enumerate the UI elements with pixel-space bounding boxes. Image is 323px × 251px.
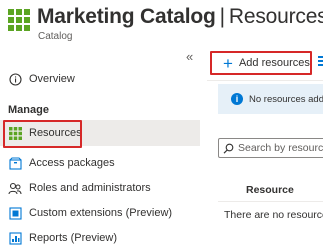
add-resources-highlight — [210, 51, 312, 75]
package-icon — [8, 156, 22, 170]
sidebar-item-reports[interactable]: Reports (Preview) — [0, 225, 200, 251]
info-icon — [8, 72, 22, 86]
collapse-sidebar-button[interactable]: « — [186, 50, 193, 64]
sidebar-item-label: Custom extensions (Preview) — [29, 207, 173, 219]
catalog-name: Marketing Catalog — [37, 5, 216, 28]
sidebar-item-access-packages[interactable]: Access packages — [0, 150, 200, 176]
extension-icon — [8, 206, 22, 220]
title-separator: | — [219, 5, 225, 28]
page-subtitle: Catalog — [38, 31, 73, 42]
sidebar-item-label: Roles and administrators — [29, 182, 151, 194]
catalog-grid-icon — [8, 9, 30, 31]
info-banner-text: No resources added — [249, 93, 323, 105]
empty-table-message: There are no resources — [224, 209, 323, 221]
list-view-icon[interactable] — [318, 56, 323, 68]
table-divider — [218, 201, 323, 202]
info-banner: i No resources added — [218, 84, 323, 114]
people-icon — [8, 181, 22, 195]
column-header-resource[interactable]: Resource — [246, 184, 294, 196]
resources-highlight — [3, 120, 82, 148]
sidebar-item-overview[interactable]: Overview — [0, 66, 200, 92]
search-icon — [223, 143, 234, 154]
report-icon — [8, 231, 22, 245]
sidebar-item-custom-extensions[interactable]: Custom extensions (Preview) — [0, 200, 200, 226]
search-input[interactable]: Search by resource — [218, 138, 323, 158]
sidebar-item-label: Overview — [29, 73, 75, 85]
search-placeholder: Search by resource — [238, 142, 323, 154]
sidebar-item-label: Reports (Preview) — [29, 232, 118, 244]
page-title: Marketing Catalog | Resources — [37, 5, 323, 29]
info-icon: i — [231, 93, 243, 105]
sidebar-item-roles-and-administrators[interactable]: Roles and administrators — [0, 175, 200, 201]
sidebar-item-label: Access packages — [29, 157, 115, 169]
sidebar-section-manage: Manage — [8, 104, 49, 116]
page-name: Resources — [228, 5, 323, 28]
toolbar-divider — [207, 80, 323, 81]
